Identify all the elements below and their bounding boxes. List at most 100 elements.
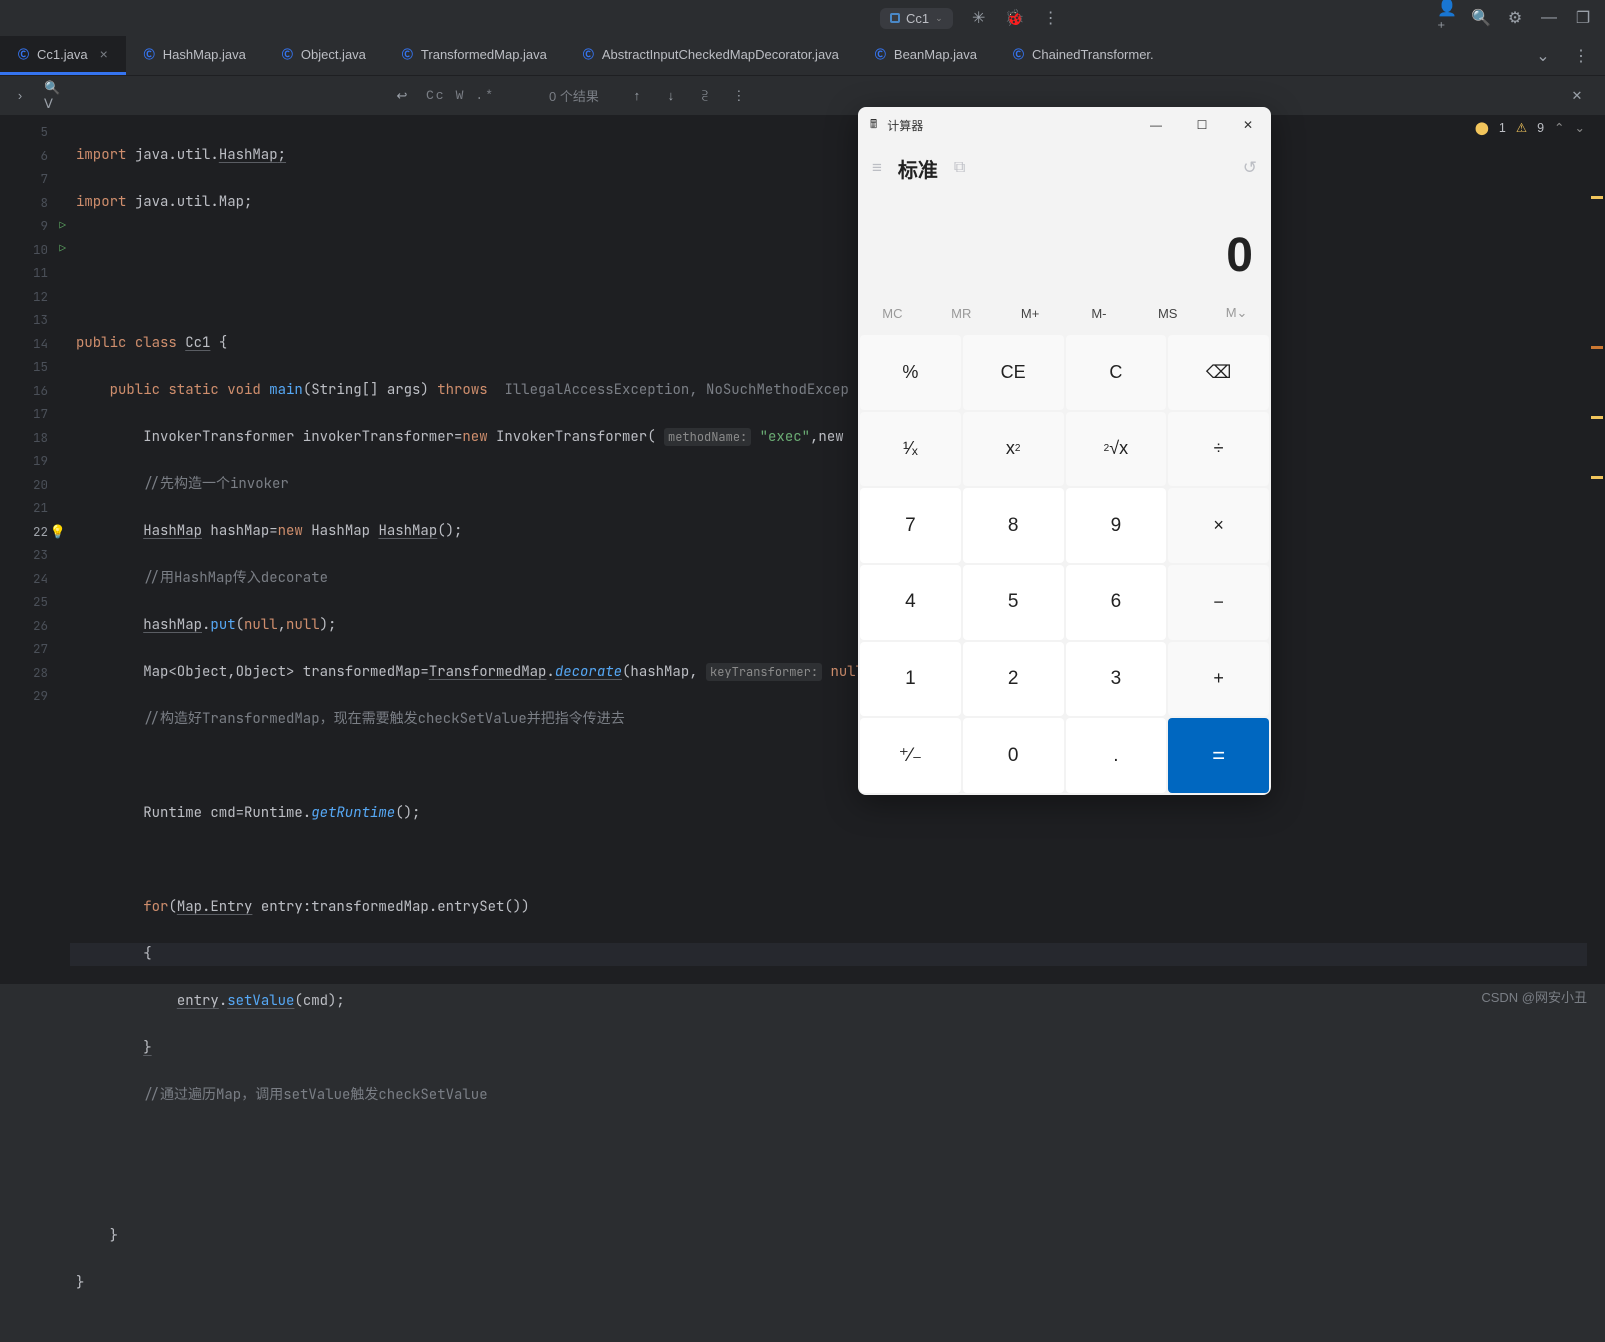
calc-minimize-icon[interactable]: ―: [1133, 107, 1179, 143]
chevron-up-icon: ⌃: [1554, 120, 1564, 135]
key-3[interactable]: 3: [1066, 642, 1167, 717]
key-backspace[interactable]: ⌫: [1168, 335, 1269, 410]
watermark: CSDN @网安小丑: [1481, 987, 1587, 1006]
key-ce[interactable]: CE: [963, 335, 1064, 410]
mem-mdropdown[interactable]: M⌄: [1202, 293, 1271, 333]
key-0[interactable]: 0: [963, 718, 1064, 793]
warning-icon: ⚠: [1516, 120, 1527, 135]
tab-beanmap[interactable]: Ⓒ BeanMap.java: [857, 36, 995, 75]
tab-label: ChainedTransformer.: [1032, 47, 1154, 62]
calc-maximize-icon[interactable]: ☐: [1179, 107, 1225, 143]
java-file-icon: Ⓒ: [875, 46, 886, 62]
find-chevron-icon[interactable]: ›: [10, 86, 30, 106]
find-results-count: 0 个结果: [549, 86, 599, 105]
whole-word-toggle[interactable]: W: [456, 88, 466, 103]
key-percent[interactable]: %: [860, 335, 961, 410]
key-7[interactable]: 7: [860, 488, 961, 563]
match-case-toggle[interactable]: Cc: [426, 88, 446, 103]
tab-label: AbstractInputCheckedMapDecorator.java: [602, 47, 839, 62]
key-decimal[interactable]: .: [1066, 718, 1167, 793]
key-multiply[interactable]: ×: [1168, 488, 1269, 563]
run-config-selector[interactable]: Cc1 ⌄: [880, 8, 953, 29]
minimize-icon[interactable]: ―: [1539, 8, 1559, 28]
tab-label: HashMap.java: [163, 47, 246, 62]
loading-spinner-icon: ✳: [969, 8, 989, 28]
tab-label: Object.java: [301, 47, 366, 62]
keep-on-top-icon[interactable]: ⧉: [954, 159, 965, 177]
calc-memory-row: MC MR M+ M- MS M⌄: [858, 293, 1271, 333]
key-c[interactable]: C: [1066, 335, 1167, 410]
find-more-icon[interactable]: ⋮: [729, 86, 749, 106]
tab-chained[interactable]: ⒸChainedTransformer.: [995, 36, 1172, 75]
calc-close-icon[interactable]: ✕: [1225, 107, 1271, 143]
editor-tabs: ⒸCc1.java× ⒸHashMap.java ⒸObject.java ⒸT…: [0, 36, 1605, 76]
find-close-icon[interactable]: ✕: [1567, 86, 1587, 106]
calc-title-text: 计算器: [887, 117, 923, 134]
code-editor[interactable]: 5678 9▷ 10▷ 11121314 15161718 192021 22💡…: [0, 116, 1605, 984]
key-equals[interactable]: =: [1168, 718, 1269, 793]
debug-icon[interactable]: 🐞: [1005, 8, 1025, 28]
find-history-icon[interactable]: ↩: [392, 86, 412, 106]
key-plus[interactable]: +: [1168, 642, 1269, 717]
calc-app-icon: 🖩: [870, 115, 877, 136]
settings-icon[interactable]: ⚙: [1505, 8, 1525, 28]
tab-abstractinput[interactable]: ⒸAbstractInputCheckedMapDecorator.java: [565, 36, 857, 75]
mem-mr[interactable]: MR: [927, 293, 996, 333]
key-5[interactable]: 5: [963, 565, 1064, 640]
find-search-icon[interactable]: 🔍ᐯ: [44, 86, 64, 106]
tab-cc1[interactable]: Ⓒ Cc1.java ×: [0, 36, 126, 75]
find-next-icon[interactable]: ↓: [661, 86, 681, 106]
tab-label: Cc1.java: [37, 47, 88, 62]
tab-label: TransformedMap.java: [421, 47, 547, 62]
chevron-down-icon: ⌄: [1575, 120, 1585, 135]
more-icon[interactable]: ⋮: [1041, 8, 1061, 28]
find-options[interactable]: Cc W .*: [426, 88, 495, 103]
calc-titlebar[interactable]: 🖩 计算器 ― ☐ ✕: [858, 107, 1271, 143]
key-sqrt[interactable]: 2√x: [1066, 412, 1167, 487]
key-2[interactable]: 2: [963, 642, 1064, 717]
tabs-more-icon[interactable]: ⋮: [1571, 46, 1591, 66]
key-minus[interactable]: −: [1168, 565, 1269, 640]
key-1[interactable]: 1: [860, 642, 961, 717]
java-file-icon: Ⓒ: [144, 46, 155, 62]
key-negate[interactable]: ⁺⁄₋: [860, 718, 961, 793]
warning-icon: ⬤: [1475, 120, 1489, 135]
mem-mminus[interactable]: M-: [1064, 293, 1133, 333]
key-8[interactable]: 8: [963, 488, 1064, 563]
key-square[interactable]: x2: [963, 412, 1064, 487]
run-gutter-icon[interactable]: ▷: [59, 242, 66, 256]
maximize-icon[interactable]: ❐: [1573, 8, 1593, 28]
error-stripe[interactable]: [1587, 116, 1605, 984]
add-user-icon[interactable]: 👤⁺: [1437, 8, 1457, 28]
mem-mc[interactable]: MC: [858, 293, 927, 333]
run-gutter-icon[interactable]: ▷: [59, 219, 66, 233]
regex-toggle[interactable]: .*: [475, 88, 495, 103]
chevron-down-icon: ⌄: [935, 13, 943, 24]
tab-transformedmap[interactable]: ⒸTransformedMap.java: [384, 36, 565, 75]
key-6[interactable]: 6: [1066, 565, 1167, 640]
key-4[interactable]: 4: [860, 565, 961, 640]
calc-keypad: % CE C ⌫ ¹⁄ₓ x2 2√x ÷ 7 8 9 × 4 5 6 − 1 …: [858, 333, 1271, 795]
close-icon[interactable]: ×: [100, 46, 108, 62]
mem-mplus[interactable]: M+: [996, 293, 1065, 333]
tab-hashmap[interactable]: Ⓒ HashMap.java: [126, 36, 264, 75]
inspection-indicator[interactable]: ⬤1 ⚠9 ⌃ ⌄: [1475, 120, 1585, 135]
tab-object[interactable]: ⒸObject.java: [264, 36, 384, 75]
tab-label: BeanMap.java: [894, 47, 977, 62]
filter-icon[interactable]: ⫔: [695, 86, 715, 106]
key-reciprocal[interactable]: ¹⁄ₓ: [860, 412, 961, 487]
intention-bulb-icon[interactable]: 💡: [50, 523, 66, 540]
java-file-icon: Ⓒ: [18, 46, 29, 62]
code-area[interactable]: import java.util.HashMap; import java.ut…: [70, 116, 1605, 984]
calculator-window: 🖩 计算器 ― ☐ ✕ ≡ 标准 ⧉ ↺ 0 MC MR M+ M- MS M⌄…: [858, 107, 1271, 795]
mem-ms[interactable]: MS: [1133, 293, 1202, 333]
hamburger-icon[interactable]: ≡: [872, 158, 882, 178]
titlebar: Cc1 ⌄ ✳ 🐞 ⋮ 👤⁺ 🔍 ⚙ ― ❐: [0, 0, 1605, 36]
history-icon[interactable]: ↺: [1243, 158, 1257, 178]
search-icon[interactable]: 🔍: [1471, 8, 1491, 28]
tabs-dropdown-icon[interactable]: ⌄: [1533, 46, 1553, 66]
find-prev-icon[interactable]: ↑: [627, 86, 647, 106]
key-divide[interactable]: ÷: [1168, 412, 1269, 487]
key-9[interactable]: 9: [1066, 488, 1167, 563]
run-config-icon: [890, 13, 900, 23]
